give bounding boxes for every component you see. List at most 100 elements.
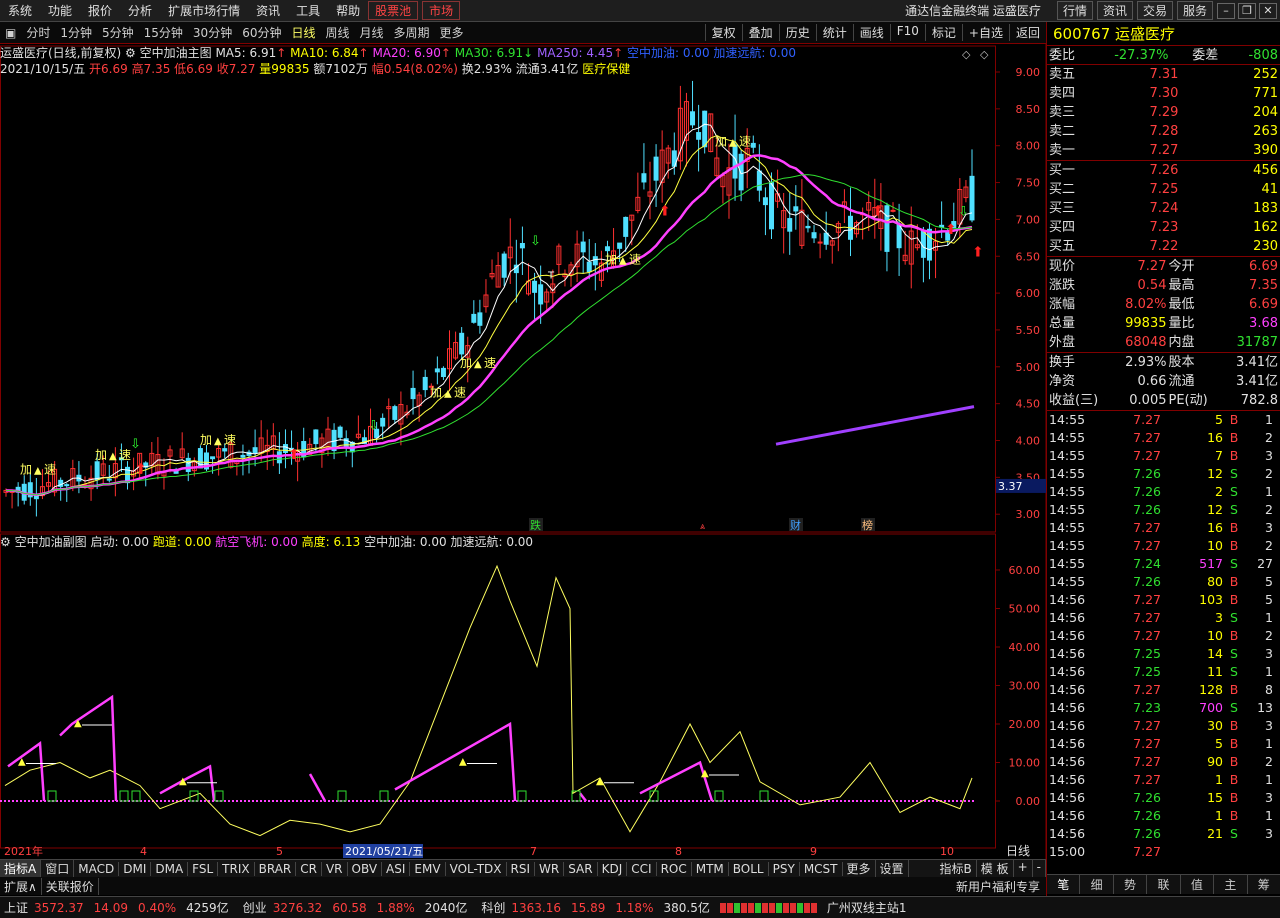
event-label[interactable]: 榜 [862, 518, 873, 532]
menu-quote[interactable]: 报价 [80, 2, 120, 19]
indicator-tab-right[interactable]: + [1014, 860, 1033, 877]
indicator-tab[interactable]: OBV [348, 861, 383, 876]
sell-row[interactable]: 卖三 7.29 204 [1047, 103, 1280, 122]
add-watchlist-button[interactable]: +自选 [961, 24, 1009, 41]
period-tab-60min[interactable]: 60分钟 [237, 24, 286, 41]
quote-tab[interactable]: 势 [1114, 875, 1148, 894]
f10-button[interactable]: F10 [889, 24, 925, 41]
top-service-button[interactable]: 服务 [1176, 1, 1213, 20]
top-trade-button[interactable]: 交易 [1136, 1, 1173, 20]
indicator-tab[interactable]: CCI [627, 861, 657, 876]
indicator-tab[interactable]: MCST [800, 861, 843, 876]
indicator-tab[interactable]: MACD [74, 861, 120, 876]
indicator-tab[interactable]: DMA [151, 861, 189, 876]
menu-ext-market[interactable]: 扩展市场行情 [160, 2, 248, 19]
indicator-tab[interactable]: BOLL [729, 861, 769, 876]
expand-button[interactable]: 扩展∧ [0, 877, 42, 895]
draw-button[interactable]: 画线 [852, 24, 890, 41]
indicator-tab[interactable]: PSY [769, 861, 800, 876]
period-tab-monthly[interactable]: 月线 [355, 24, 389, 41]
indicator-tab[interactable]: 窗口 [41, 860, 75, 877]
buy-row[interactable]: 买三 7.24 183 [1047, 199, 1280, 218]
indicator-tab[interactable]: TRIX [218, 861, 255, 876]
sell-row[interactable]: 卖五 7.31 252 [1047, 65, 1280, 84]
quote-tab[interactable]: 值 [1181, 875, 1215, 894]
index-name[interactable]: 科创 [481, 899, 505, 916]
indicator-tab-right[interactable]: 模 板 [977, 860, 1014, 877]
overlay-button[interactable]: 叠加 [741, 24, 779, 41]
indicator-tab[interactable]: DMI [119, 861, 152, 876]
indicator-tab[interactable]: CR [296, 861, 322, 876]
market-button[interactable]: 市场 [422, 1, 461, 20]
stock-pool-button[interactable]: 股票池 [368, 1, 419, 20]
indicator-tab-right[interactable]: - [1033, 860, 1046, 877]
bar-sector[interactable]: 医疗保健 [582, 62, 630, 76]
menu-analysis[interactable]: 分析 [120, 2, 160, 19]
kline-chart[interactable]: 加 ▲ 速加 ▲ 速加 ▲ 速加 ▲ 速加 ▲ 速加 ▲ 速加 ▲ 速T⬆⬆⬆ ⬆⬆⬆⇩⇩⇩⇩跌财榜⩓◇ ◇ ▲… [0, 44, 1046, 859]
quote-tab[interactable]: 细 [1080, 875, 1114, 894]
restore-icon[interactable]: ❐ [1238, 2, 1256, 19]
main-indicator-name[interactable]: 空中加油主图 [140, 46, 212, 60]
buy-row[interactable]: 买四 7.23 162 [1047, 218, 1280, 237]
menu-tools[interactable]: 工具 [288, 2, 328, 19]
indicator-tab[interactable]: BRAR [255, 861, 297, 876]
buy-row[interactable]: 买一 7.26 456 [1047, 161, 1280, 180]
quote-tab[interactable]: 笔 [1047, 875, 1081, 894]
quote-tab[interactable]: 筹 [1248, 875, 1280, 894]
indicator-tab[interactable]: 指标A [0, 860, 42, 877]
period-tab-5min[interactable]: 5分钟 [97, 24, 139, 41]
menu-system[interactable]: 系统 [0, 2, 40, 19]
period-tab-daily[interactable]: 日线 [286, 24, 320, 41]
stats-button[interactable]: 统计 [815, 24, 853, 41]
event-label[interactable]: 财 [790, 518, 801, 532]
promo-link[interactable]: 新用户福利专享 [950, 878, 1046, 895]
back-button[interactable]: 返回 [1008, 24, 1046, 41]
buy-row[interactable]: 买五 7.22 230 [1047, 237, 1280, 256]
indicator-tab[interactable]: EMV [410, 861, 446, 876]
close-icon[interactable]: ✕ [1259, 2, 1277, 19]
indicator-tab[interactable]: KDJ [598, 861, 628, 876]
indicator-settings-icon[interactable]: ⚙ [125, 46, 136, 60]
top-news-button[interactable]: 资讯 [1096, 1, 1133, 20]
index-name[interactable]: 创业 [243, 899, 267, 916]
indicator-tab[interactable]: ROC [657, 861, 692, 876]
indicator-tab[interactable]: RSI [507, 861, 536, 876]
top-quote-button[interactable]: 行情 [1056, 1, 1093, 20]
quote-tab[interactable]: 主 [1214, 875, 1248, 894]
indicator-tab[interactable]: WR [535, 861, 565, 876]
mark-button[interactable]: 标记 [924, 24, 962, 41]
sell-row[interactable]: 卖二 7.28 263 [1047, 122, 1280, 141]
indicator-tab[interactable]: 设置 [876, 860, 909, 877]
sub-indicator-name[interactable]: 空中加油副图 [15, 535, 87, 549]
period-tab-multi[interactable]: 多周期 [389, 24, 435, 41]
buy-row[interactable]: 买二 7.25 41 [1047, 180, 1280, 199]
indicator-tab[interactable]: VOL-TDX [446, 861, 507, 876]
period-tab-15min[interactable]: 15分钟 [139, 24, 188, 41]
tick-list[interactable]: 14:55 7.27 5 B 1 14:55 7.27 16 B 2 14:55 7.27 7 B 3 14:… [1047, 411, 1280, 861]
period-label[interactable]: 日线 [1006, 844, 1030, 858]
indicator-tab[interactable]: VR [322, 861, 348, 876]
adjust-button[interactable]: 复权 [704, 24, 742, 41]
menu-help[interactable]: 帮助 [328, 2, 368, 19]
history-button[interactable]: 历史 [778, 24, 816, 41]
indicator-tab-right[interactable]: 指标B [936, 860, 977, 877]
period-tab-1min[interactable]: 1分钟 [55, 24, 97, 41]
event-label[interactable]: 跌 [530, 518, 541, 532]
minimize-icon[interactable]: – [1217, 2, 1235, 19]
sub-settings-icon[interactable]: ⚙ [0, 535, 11, 549]
indicator-tab[interactable]: 更多 [843, 860, 876, 877]
period-tab-weekly[interactable]: 周线 [321, 24, 355, 41]
indicator-tab[interactable]: ASI [382, 861, 411, 876]
indicator-tab[interactable]: MTM [692, 861, 729, 876]
period-tab-more[interactable]: 更多 [435, 24, 469, 41]
window-menu-icon[interactable]: ▣ [0, 26, 21, 40]
index-name[interactable]: 上证 [4, 899, 28, 916]
quote-tab[interactable]: 联 [1147, 875, 1181, 894]
indicator-tab[interactable]: FSL [188, 861, 219, 876]
menu-news[interactable]: 资讯 [248, 2, 288, 19]
period-tab-30min[interactable]: 30分钟 [188, 24, 237, 41]
related-quote-button[interactable]: 关联报价 [42, 877, 99, 895]
server-name[interactable]: 广州双线主站1 [827, 899, 907, 916]
period-tab-fenshi[interactable]: 分时 [21, 24, 55, 41]
menu-function[interactable]: 功能 [40, 2, 80, 19]
